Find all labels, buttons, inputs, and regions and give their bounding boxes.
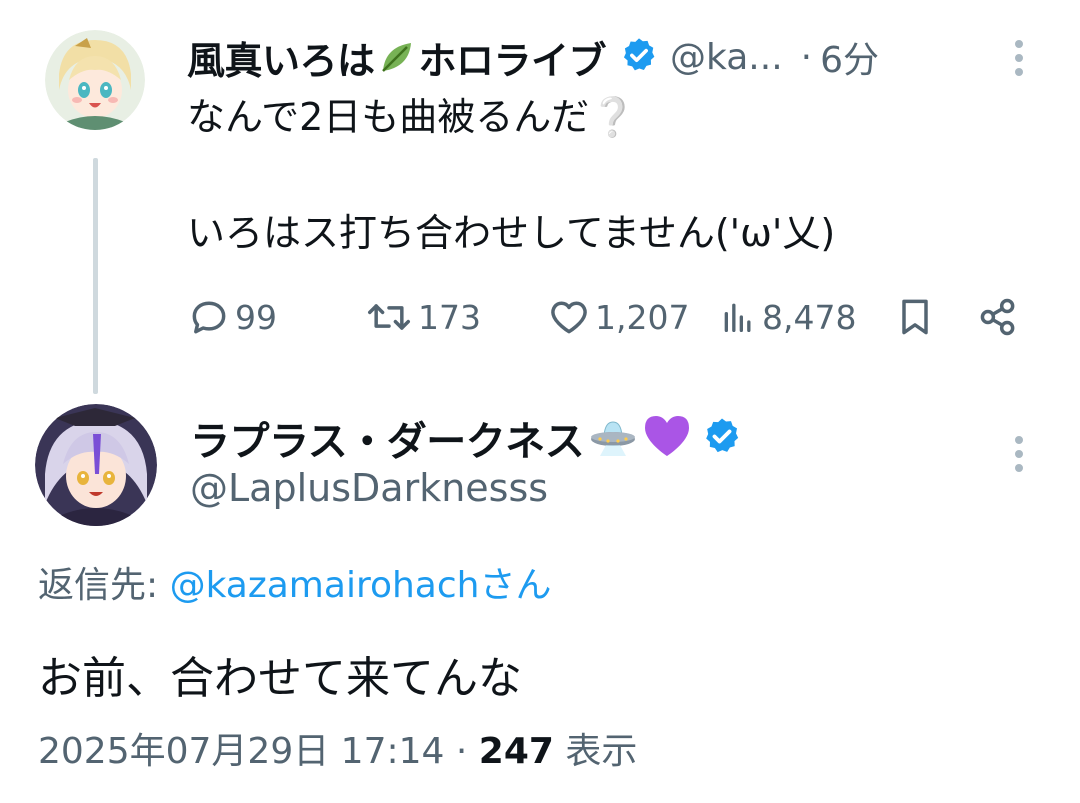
display-name-suffix[interactable]: ホロライブ (419, 30, 607, 85)
reply-text: お前、合わせて来てんな (38, 653, 522, 704)
retweet-count: 173 (418, 297, 481, 337)
views-chart-icon (724, 303, 751, 332)
retweet-icon (368, 304, 410, 330)
views-button[interactable]: 8,478 (718, 290, 856, 344)
reply-to-link[interactable]: @kazamairohachさん (170, 565, 552, 606)
verified-badge-icon (702, 416, 742, 460)
share-button[interactable] (976, 290, 1024, 344)
avatar-laplus[interactable] (35, 404, 157, 526)
tweet-header: 風真いろは ホロライブ @ka... · 6分 (187, 30, 1037, 84)
display-name[interactable]: ラプラス・ダークネス (190, 409, 585, 467)
leaf-emoji-icon (377, 37, 417, 77)
tweet-time[interactable]: 6分 (820, 31, 879, 83)
reply-to-label: 返信先: (38, 565, 170, 606)
separator-dot: · (800, 36, 813, 78)
tweet-text-line2: いろはス打ち合わせしてません('ω'乂) (187, 211, 836, 255)
bookmark-icon (902, 299, 928, 335)
like-count: 1,207 (595, 297, 690, 337)
reply-header: ラプラス・ダークネス (190, 410, 742, 466)
like-button[interactable]: 1,207 (547, 290, 689, 344)
white-question-mark-emoji: ❔ (589, 95, 637, 139)
view-count: 247 (478, 731, 554, 772)
reply-to-line: 返信先: @kazamairohachさん (38, 556, 551, 608)
view-count: 8,478 (762, 297, 857, 337)
ufo-emoji-icon (588, 414, 638, 462)
tweet-actions-bar: 99 173 1,207 8,478 (187, 290, 1027, 344)
verified-badge-icon (620, 36, 658, 78)
tweet-timestamp[interactable]: 2025年07月29日 17:14 (38, 731, 444, 772)
purple-heart-emoji-icon (642, 413, 692, 463)
tweet-text-line1: なんで2日も曲被るんだ (187, 95, 590, 139)
reply-icon (192, 301, 226, 334)
more-options-icon[interactable] (1013, 36, 1025, 80)
thread-connector-line (93, 158, 98, 394)
retweet-button[interactable]: 173 (364, 290, 481, 344)
more-options-icon[interactable] (1013, 432, 1025, 476)
display-name[interactable]: 風真いろは (187, 30, 375, 85)
reply-button[interactable]: 99 (187, 290, 277, 344)
share-icon (980, 298, 1015, 336)
reply-count: 99 (235, 297, 277, 337)
bookmark-button[interactable] (893, 290, 941, 344)
tweet-meta: 2025年07月29日 17:14 · 247 表示 (38, 722, 637, 774)
view-label: 表示 (553, 731, 638, 772)
tweet-text: なんで2日も曲被るんだ❔ いろはス打ち合わせしてません('ω'乂) (187, 92, 835, 258)
heart-icon (551, 301, 587, 334)
user-handle[interactable]: @ka... (670, 37, 783, 78)
avatar-iroha[interactable] (45, 30, 145, 130)
user-handle[interactable]: @LaplusDarknesss (190, 466, 548, 510)
meta-separator: · (444, 731, 479, 772)
